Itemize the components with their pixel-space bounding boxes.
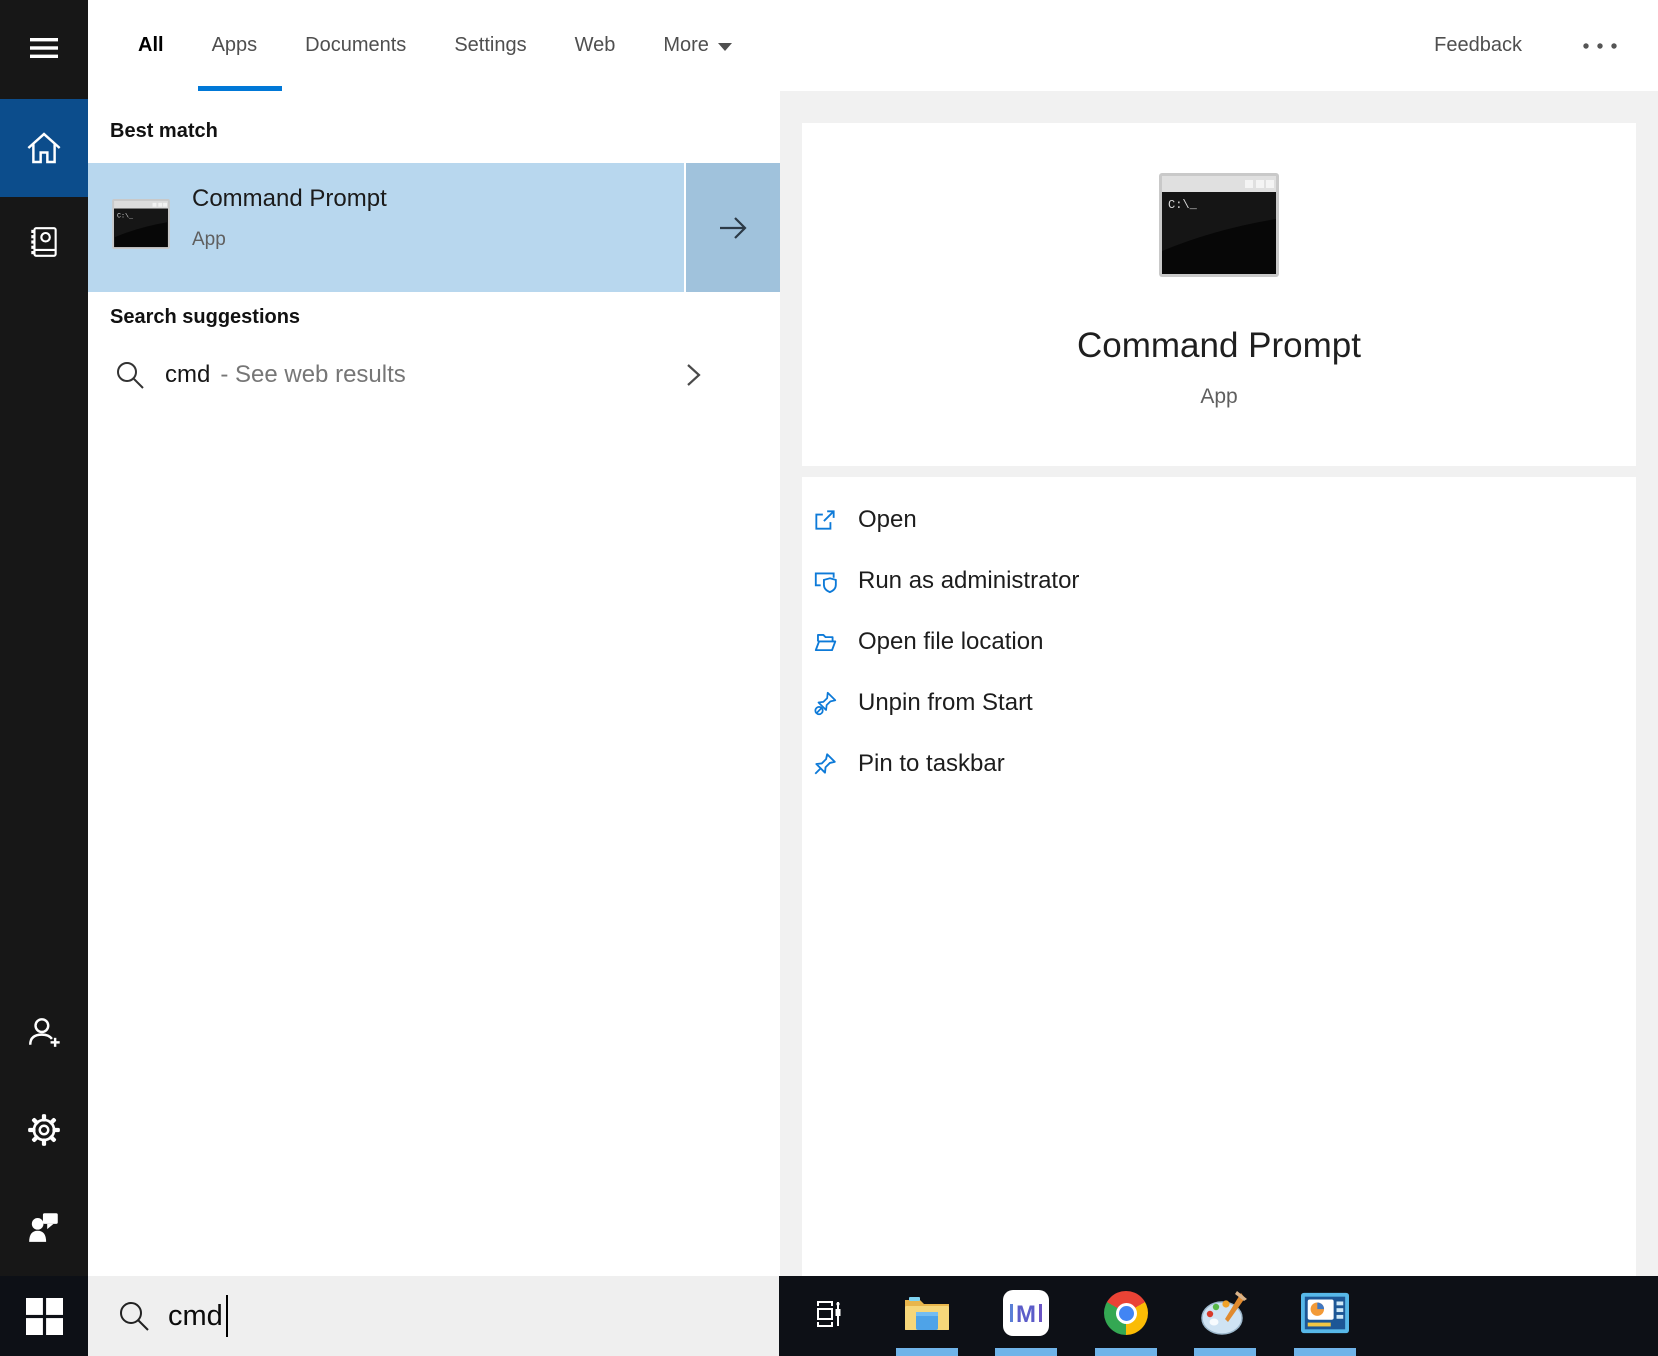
launch-icon bbox=[812, 507, 838, 533]
svg-text:M: M bbox=[1016, 1301, 1036, 1328]
action-pin-to-taskbar[interactable]: Pin to taskbar bbox=[802, 734, 1636, 794]
sidebar-item-home[interactable] bbox=[0, 99, 88, 197]
best-match-header: Best match bbox=[110, 120, 218, 143]
taskbar-search-box[interactable]: cmd bbox=[88, 1276, 779, 1356]
sidebar-item-journal[interactable] bbox=[0, 214, 88, 270]
search-input-value[interactable]: cmd bbox=[168, 1300, 223, 1333]
home-icon bbox=[24, 129, 64, 167]
preview-type: App bbox=[802, 385, 1636, 409]
pin-icon bbox=[812, 751, 838, 777]
gear-icon bbox=[26, 1112, 62, 1148]
task-view-button[interactable] bbox=[804, 1289, 852, 1337]
m-app-icon: M bbox=[1003, 1290, 1049, 1336]
search-suggestions-header: Search suggestions bbox=[110, 306, 300, 329]
right-chevron-icon bbox=[682, 362, 704, 388]
task-view-icon bbox=[811, 1296, 845, 1330]
search-icon bbox=[117, 1299, 151, 1333]
action-run-as-administrator[interactable]: Run as administrator bbox=[802, 551, 1636, 611]
tab-documents[interactable]: Documents bbox=[305, 34, 406, 57]
paint-button[interactable] bbox=[1201, 1289, 1249, 1337]
sidebar-item-feedback[interactable] bbox=[0, 1199, 88, 1255]
folder-open-icon bbox=[812, 629, 838, 655]
windows-search-flyout: All Apps Documents Settings Web More Fee… bbox=[0, 0, 1658, 1356]
best-match-result: C:\_ Command Prompt App bbox=[88, 163, 780, 292]
tab-apps[interactable]: Apps bbox=[212, 34, 258, 57]
feedback-person-icon bbox=[26, 1210, 62, 1244]
hamburger-icon bbox=[29, 36, 59, 60]
tab-all[interactable]: All bbox=[138, 34, 164, 57]
suggestion-hint: - See web results bbox=[220, 361, 405, 389]
action-label: Open bbox=[858, 506, 917, 534]
start-button[interactable] bbox=[0, 1276, 88, 1356]
chrome-button[interactable] bbox=[1102, 1289, 1150, 1337]
running-indicator bbox=[1194, 1348, 1256, 1356]
preview-title: Command Prompt bbox=[802, 326, 1636, 366]
taskbar-icons: M bbox=[779, 1276, 1658, 1356]
expand-result-button[interactable] bbox=[686, 163, 780, 292]
right-arrow-icon bbox=[716, 212, 750, 244]
suggestion-item[interactable]: cmd - See web results bbox=[88, 343, 780, 407]
action-label: Pin to taskbar bbox=[858, 750, 1005, 778]
chart-app-icon bbox=[1301, 1290, 1349, 1336]
chevron-down-icon bbox=[718, 43, 732, 51]
suggestion-query: cmd bbox=[165, 361, 210, 389]
action-open[interactable]: Open bbox=[802, 490, 1636, 550]
text-cursor bbox=[226, 1295, 228, 1337]
tab-more-label: More bbox=[663, 34, 709, 57]
running-indicator bbox=[1095, 1348, 1157, 1356]
file-explorer-icon bbox=[903, 1292, 951, 1334]
tab-more[interactable]: More bbox=[663, 34, 732, 57]
search-icon bbox=[114, 359, 146, 391]
preview-actions-card: Open Run as administrator Open file loca… bbox=[802, 477, 1636, 1276]
file-explorer-button[interactable] bbox=[903, 1289, 951, 1337]
tab-settings[interactable]: Settings bbox=[454, 34, 526, 57]
windows-logo-icon bbox=[26, 1298, 63, 1335]
topbar-right-group: Feedback bbox=[1434, 0, 1620, 91]
action-label: Run as administrator bbox=[858, 567, 1079, 595]
command-prompt-icon: C:\_ bbox=[112, 199, 170, 249]
best-match-item[interactable]: C:\_ Command Prompt App bbox=[88, 163, 684, 292]
unpin-icon bbox=[812, 690, 838, 716]
svg-text:C:\_: C:\_ bbox=[1168, 198, 1198, 212]
paint-icon bbox=[1201, 1290, 1249, 1336]
running-indicator bbox=[995, 1348, 1057, 1356]
journal-icon bbox=[26, 224, 62, 260]
search-filter-tabbar: All Apps Documents Settings Web More Fee… bbox=[88, 0, 1658, 92]
action-open-file-location[interactable]: Open file location bbox=[802, 612, 1636, 672]
action-label: Open file location bbox=[858, 628, 1043, 656]
sidebar-item-add-account[interactable] bbox=[0, 1004, 88, 1060]
svg-text:C:\_: C:\_ bbox=[117, 212, 134, 220]
tab-list: All Apps Documents Settings Web More bbox=[88, 34, 732, 57]
ellipsis-icon[interactable] bbox=[1580, 42, 1620, 50]
preview-pane: C:\_ Command Prompt App Open Run as admi… bbox=[780, 91, 1658, 1276]
add-account-icon bbox=[26, 1014, 62, 1050]
action-unpin-from-start[interactable]: Unpin from Start bbox=[802, 673, 1636, 733]
sidebar-item-settings[interactable] bbox=[0, 1102, 88, 1158]
best-match-title: Command Prompt bbox=[192, 185, 387, 213]
feedback-button[interactable]: Feedback bbox=[1434, 34, 1522, 57]
preview-header-card: C:\_ Command Prompt App bbox=[802, 123, 1636, 466]
shield-icon bbox=[812, 568, 838, 594]
search-results-panel: Best match C:\_ Command Prompt App bbox=[88, 91, 780, 1276]
command-prompt-icon-large: C:\_ bbox=[1159, 173, 1279, 277]
best-match-type: App bbox=[192, 229, 226, 251]
running-indicator bbox=[896, 1348, 958, 1356]
hamburger-menu-button[interactable] bbox=[0, 20, 88, 76]
tab-web[interactable]: Web bbox=[575, 34, 616, 57]
running-indicator bbox=[1294, 1348, 1356, 1356]
taskbar: cmd bbox=[0, 1276, 1658, 1356]
chrome-icon bbox=[1104, 1291, 1148, 1335]
m-app-button[interactable]: M bbox=[1002, 1289, 1050, 1337]
sidebar bbox=[0, 0, 88, 1276]
action-label: Unpin from Start bbox=[858, 689, 1033, 717]
chart-app-button[interactable] bbox=[1301, 1289, 1349, 1337]
